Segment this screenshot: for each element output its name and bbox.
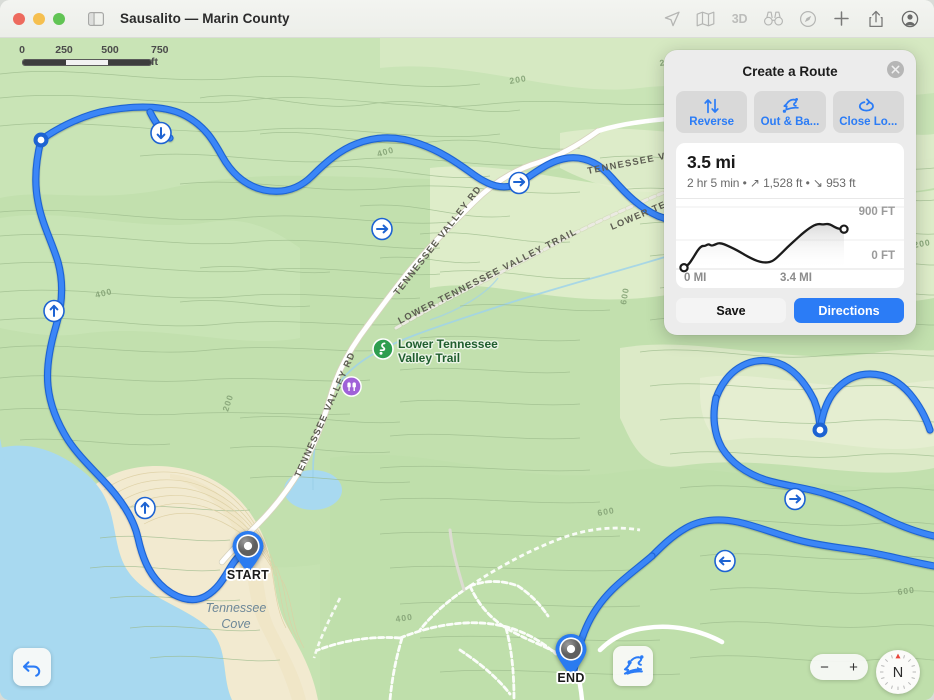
rotate-compass-icon[interactable] bbox=[798, 9, 817, 28]
undo-icon bbox=[22, 661, 41, 677]
maps-window: Sausalito — Marin County 3D TENNESSEE VA… bbox=[0, 0, 934, 700]
up-down-arrows-icon bbox=[703, 97, 720, 115]
panel-title: Create a Route bbox=[742, 63, 838, 79]
close-window-button[interactable] bbox=[13, 12, 25, 25]
trail-poi-icon[interactable] bbox=[372, 338, 394, 360]
reverse-route-button[interactable]: Reverse bbox=[676, 91, 748, 133]
scale-label-0: 0 bbox=[19, 44, 25, 56]
create-route-panel: Create a Route Reverse Out & Ba... Close… bbox=[664, 50, 916, 335]
panel-header: Create a Route bbox=[676, 60, 904, 82]
zoom-controls: − + bbox=[810, 654, 868, 680]
minimize-window-button[interactable] bbox=[33, 12, 45, 25]
scale-bar-graphic bbox=[22, 59, 152, 66]
toolbar-actions: 3D bbox=[662, 9, 934, 28]
location-arrow-icon[interactable] bbox=[662, 9, 681, 28]
close-icon bbox=[891, 65, 900, 74]
out-and-back-button[interactable]: Out & Ba... bbox=[754, 91, 826, 133]
sidebar-toggle-icon[interactable] bbox=[88, 11, 105, 26]
elevation-x-end-label: 3.4 MI bbox=[780, 272, 812, 284]
route-info-card: 3.5 mi 2 hr 5 min • ↗ 1,528 ft • ↘ 953 f… bbox=[676, 143, 904, 288]
close-loop-button[interactable]: Close Lo... bbox=[832, 91, 904, 133]
zoom-in-button[interactable]: + bbox=[839, 654, 868, 680]
compass-icon: N bbox=[877, 651, 919, 693]
compass-button[interactable]: N bbox=[876, 650, 920, 694]
add-icon[interactable] bbox=[832, 9, 851, 28]
trail-poi-label: Lower Tennessee Valley Trail bbox=[398, 337, 498, 365]
compass-north-label: N bbox=[893, 665, 903, 681]
scale-bar-labels: 0 250 500 750 ft bbox=[18, 44, 178, 68]
panel-buttons: Save Directions bbox=[676, 298, 904, 323]
route-meta: 2 hr 5 min • ↗ 1,528 ft • ↘ 953 ft bbox=[687, 176, 856, 190]
scale-bar: 0 250 500 750 ft bbox=[18, 44, 178, 68]
look-around-binoculars-icon[interactable] bbox=[764, 9, 783, 28]
maximize-window-button[interactable] bbox=[53, 12, 65, 25]
start-marker[interactable]: START bbox=[227, 528, 269, 582]
account-icon[interactable] bbox=[900, 9, 919, 28]
elevation-x-start-label: 0 MI bbox=[684, 272, 707, 284]
elevation-profile-chart: 900 FT 0 FT 0 MI 3.4 MI bbox=[676, 198, 904, 288]
close-loop-icon bbox=[858, 97, 878, 115]
elevation-y-max-label: 900 FT bbox=[858, 206, 895, 218]
map-icon[interactable] bbox=[696, 9, 715, 28]
restroom-poi-icon[interactable] bbox=[341, 376, 362, 397]
scale-label-250: 250 bbox=[55, 44, 73, 56]
reverse-route-label: Reverse bbox=[689, 115, 735, 128]
out-and-back-label: Out & Ba... bbox=[760, 115, 820, 128]
start-marker-label: START bbox=[226, 568, 270, 582]
route-tool-button[interactable] bbox=[613, 646, 653, 686]
share-icon[interactable] bbox=[866, 9, 885, 28]
directions-button[interactable]: Directions bbox=[794, 298, 904, 323]
close-panel-button[interactable] bbox=[887, 61, 904, 78]
route-tool-icon bbox=[623, 655, 644, 675]
water-label-tennessee-cove: Tennessee Cove bbox=[205, 601, 267, 631]
route-distance: 3.5 mi bbox=[687, 152, 736, 172]
save-button[interactable]: Save bbox=[676, 298, 786, 323]
out-and-back-icon bbox=[781, 97, 799, 115]
3d-icon[interactable]: 3D bbox=[730, 9, 749, 28]
window-title: Sausalito — Marin County bbox=[120, 11, 290, 26]
zoom-out-button[interactable]: − bbox=[810, 654, 839, 680]
close-loop-label: Close Lo... bbox=[839, 115, 898, 128]
scale-label-750: 750 ft bbox=[151, 44, 169, 68]
undo-button[interactable] bbox=[13, 648, 51, 686]
traffic-lights bbox=[13, 12, 65, 25]
route-action-buttons: Reverse Out & Ba... Close Lo... bbox=[676, 91, 904, 133]
end-marker[interactable]: END bbox=[551, 631, 591, 685]
end-marker-label: END bbox=[557, 671, 585, 685]
scale-label-500: 500 bbox=[101, 44, 119, 56]
elevation-y-min-label: 0 FT bbox=[871, 250, 895, 262]
window-titlebar: Sausalito — Marin County 3D bbox=[0, 0, 934, 38]
